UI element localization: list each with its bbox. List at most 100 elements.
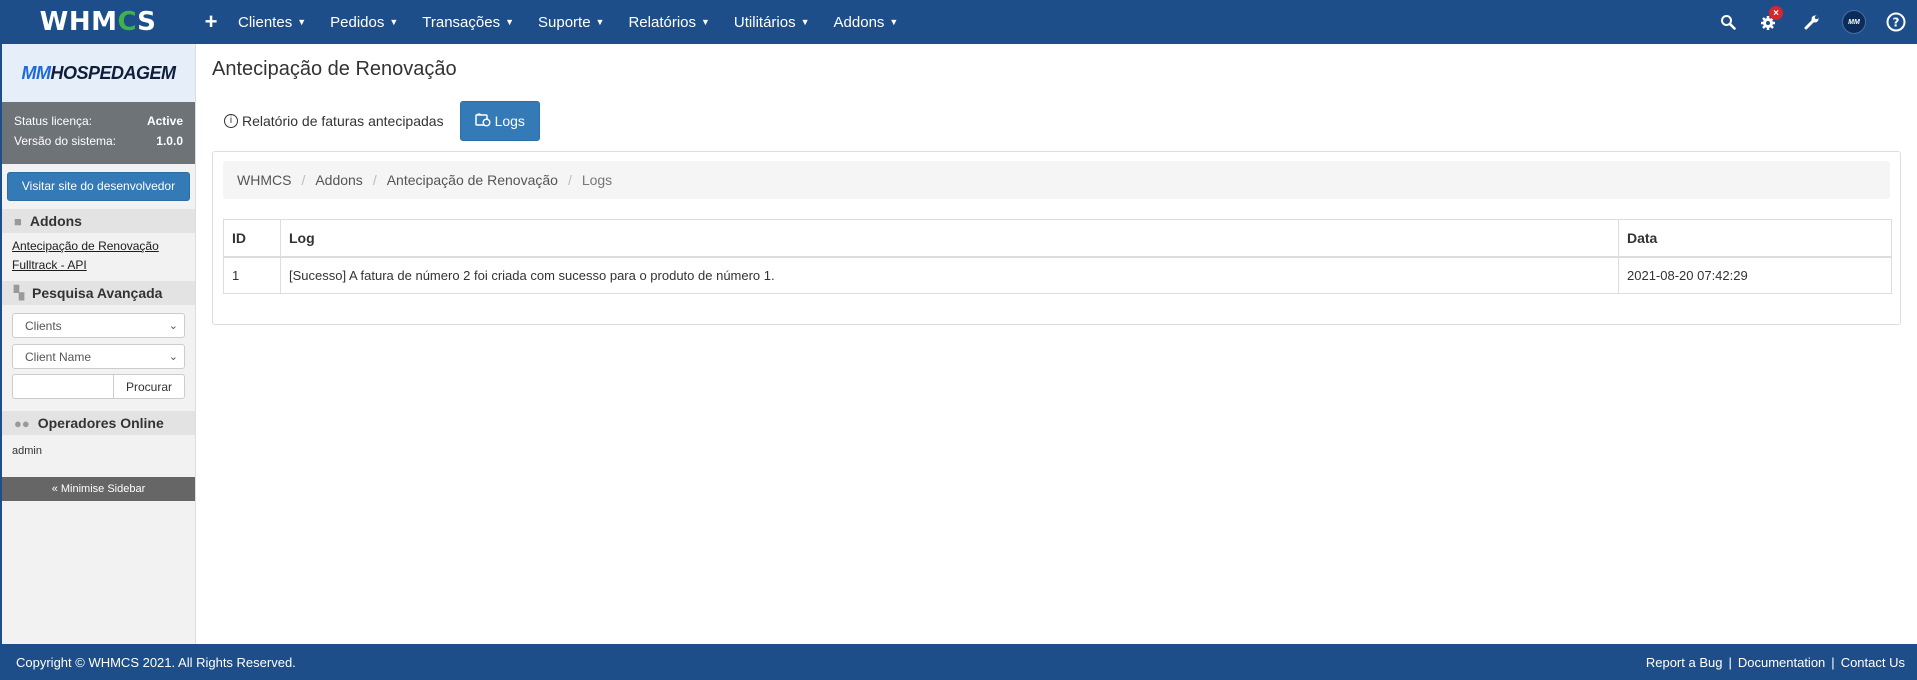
copyright-text: Copyright © WHMCS 2021. All Rights Reser… bbox=[16, 654, 296, 670]
cell-id: 1 bbox=[223, 256, 281, 294]
binoculars-icon: ▚ bbox=[14, 285, 24, 300]
addons-links: Antecipação de Renovação Fulltrack - API bbox=[2, 233, 195, 275]
search-form: Procurar bbox=[12, 374, 185, 399]
nav-item-pedidos[interactable]: Pedidos ▼ bbox=[318, 0, 410, 44]
help-icon[interactable]: ? bbox=[1875, 0, 1917, 44]
search-button[interactable]: Procurar bbox=[113, 374, 185, 399]
online-operator: admin bbox=[12, 445, 42, 457]
quick-add-button[interactable]: + bbox=[196, 9, 226, 35]
logo-text: WHM bbox=[39, 7, 118, 37]
svg-text:?: ? bbox=[1893, 16, 1900, 30]
caret-down-icon: ▼ bbox=[505, 17, 514, 27]
minimise-sidebar-button[interactable]: « Minimise Sidebar bbox=[2, 477, 195, 501]
logo-text-end: S bbox=[137, 7, 157, 37]
nav-item-label: Utilitários bbox=[733, 13, 796, 31]
navbar-right-tools: × MM ? bbox=[1707, 0, 1917, 44]
breadcrumb-separator: / bbox=[567, 172, 572, 188]
caret-down-icon: ▼ bbox=[701, 17, 710, 27]
cell-date: 2021-08-20 07:42:29 bbox=[1618, 256, 1892, 294]
footer-separator: | bbox=[1728, 654, 1732, 670]
whmcs-logo[interactable]: WHM C S bbox=[0, 0, 196, 44]
nav-item-transacoes[interactable]: Transações ▼ bbox=[410, 0, 526, 44]
nav-item-clientes[interactable]: Clientes ▼ bbox=[226, 0, 318, 44]
module-tabs: i Relatório de faturas antecipadas Logs bbox=[212, 101, 540, 141]
avatar: MM bbox=[1842, 10, 1866, 34]
version-label: Versão do sistema: bbox=[14, 134, 117, 148]
info-icon: i bbox=[224, 114, 238, 128]
report-bug-link[interactable]: Report a Bug bbox=[1646, 655, 1723, 670]
search-input[interactable] bbox=[12, 374, 113, 399]
cell-log: [Sucesso] A fatura de número 2 foi criad… bbox=[280, 256, 1619, 294]
section-title: Operadores Online bbox=[37, 415, 164, 431]
logo-gear: C bbox=[117, 7, 138, 37]
caret-down-icon: ▼ bbox=[595, 17, 605, 27]
breadcrumb: WHMCS / Addons / Antecipação de Renovaçã… bbox=[223, 161, 1890, 199]
breadcrumb-item[interactable]: Antecipação de Renovação bbox=[387, 172, 558, 188]
nav-item-label: Clientes bbox=[238, 13, 293, 31]
breadcrumb-item[interactable]: Addons bbox=[315, 172, 362, 188]
status-value: Active bbox=[146, 114, 183, 128]
caret-down-icon: ▼ bbox=[389, 17, 399, 27]
brand-prefix: MM bbox=[21, 62, 51, 83]
online-operators-header: ●● Operadores Online bbox=[2, 411, 195, 435]
table-row: 1 [Sucesso] A fatura de número 2 foi cri… bbox=[223, 256, 1892, 294]
main-content: Antecipação de Renovação i Relatório de … bbox=[196, 44, 1917, 644]
advanced-search-header: ▚ Pesquisa Avançada bbox=[2, 281, 195, 305]
column-header-log: Log bbox=[280, 219, 1619, 258]
logs-icon bbox=[474, 112, 491, 130]
nav-item-label: Suporte bbox=[538, 13, 591, 31]
footer: Copyright © WHMCS 2021. All Rights Reser… bbox=[0, 644, 1917, 680]
tab-label: Relatório de faturas antecipadas bbox=[242, 113, 444, 129]
column-header-data: Data bbox=[1618, 219, 1892, 258]
nav-item-suporte[interactable]: Suporte ▼ bbox=[526, 0, 616, 44]
caret-down-icon: ▼ bbox=[889, 17, 899, 27]
footer-separator: | bbox=[1831, 654, 1835, 670]
sidebar: MM HOSPEDAGEM Status licença: Active Vers… bbox=[0, 44, 196, 644]
caret-down-icon: ▼ bbox=[800, 17, 810, 27]
caret-down-icon: ▼ bbox=[297, 17, 307, 27]
nav-item-relatorios[interactable]: Relatórios ▼ bbox=[616, 0, 721, 44]
select-value: Client Name bbox=[25, 349, 92, 364]
addons-section-header: ■ Addons bbox=[2, 209, 195, 233]
top-navbar: WHM C S + Clientes ▼ Pedidos ▼ Transações ▼ S… bbox=[0, 0, 1917, 44]
breadcrumb-separator: / bbox=[301, 172, 306, 188]
table-header-row: ID Log Data bbox=[223, 219, 1892, 258]
tab-logs[interactable]: Logs bbox=[459, 101, 540, 141]
breadcrumb-current: Logs bbox=[581, 172, 613, 188]
search-type-select[interactable]: Clients ⌄ bbox=[12, 313, 185, 338]
section-title: Pesquisa Avançada bbox=[32, 285, 163, 301]
nav-item-label: Pedidos bbox=[330, 13, 385, 31]
nav-item-label: Transações bbox=[422, 13, 501, 31]
box-icon: ■ bbox=[14, 213, 22, 229]
contact-us-link[interactable]: Contact Us bbox=[1841, 655, 1905, 670]
chevron-down-icon: ⌄ bbox=[168, 351, 178, 363]
nav-item-label: Relatórios bbox=[628, 13, 696, 31]
section-title: Addons bbox=[29, 213, 82, 229]
column-header-id: ID bbox=[223, 219, 281, 258]
tab-report[interactable]: i Relatório de faturas antecipadas bbox=[212, 101, 456, 141]
user-avatar[interactable]: MM bbox=[1833, 0, 1875, 44]
search-icon[interactable] bbox=[1707, 0, 1749, 44]
documentation-link[interactable]: Documentation bbox=[1738, 655, 1825, 670]
wrench-icon[interactable] bbox=[1791, 0, 1833, 44]
settings-cogs-icon[interactable]: × bbox=[1749, 0, 1791, 44]
users-icon: ●● bbox=[14, 415, 30, 431]
notification-badge: × bbox=[1769, 6, 1783, 20]
tab-label: Logs bbox=[494, 113, 525, 129]
nav-item-label: Addons bbox=[833, 13, 885, 31]
search-field-select[interactable]: Client Name ⌄ bbox=[12, 344, 185, 369]
addon-link-antecipacao[interactable]: Antecipação de Renovação bbox=[12, 237, 195, 256]
nav-item-utilitarios[interactable]: Utilitários ▼ bbox=[722, 0, 822, 44]
version-value: 1.0.0 bbox=[156, 134, 183, 148]
breadcrumb-separator: / bbox=[372, 172, 377, 188]
breadcrumb-item[interactable]: WHMCS bbox=[237, 172, 291, 188]
logs-panel: WHMCS / Addons / Antecipação de Renovaçã… bbox=[212, 151, 1901, 325]
footer-links: Report a Bug | Documentation | Contact Us bbox=[1646, 655, 1905, 670]
brand-suffix: HOSPEDAGEM bbox=[50, 62, 176, 83]
visit-developer-button[interactable]: Visitar site do desenvolvedor bbox=[7, 172, 190, 201]
sidebar-brand-logo: MM HOSPEDAGEM bbox=[2, 44, 195, 102]
logs-table: ID Log Data 1 [Sucesso] A fatura de núme… bbox=[223, 219, 1892, 294]
nav-item-addons[interactable]: Addons ▼ bbox=[822, 0, 911, 44]
addon-link-fulltrack[interactable]: Fulltrack - API bbox=[12, 256, 195, 275]
license-status-box: Status licença: Active Versão do sistema… bbox=[2, 102, 195, 164]
